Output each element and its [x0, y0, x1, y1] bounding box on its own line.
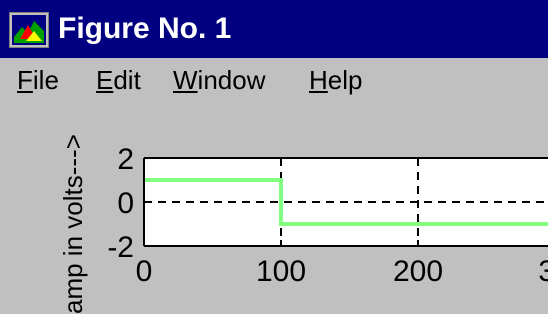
menu-help-mnemonic: H — [309, 65, 328, 95]
menu-help-label: elp — [327, 65, 363, 95]
menu-file-label: ile — [32, 65, 59, 95]
menu-bar: File Edit Window Help — [0, 58, 548, 102]
y-tick-labels: 2 0 -2 — [107, 143, 134, 264]
plot: amp in volts---> 20-2 010020030 — [58, 134, 548, 314]
menu-edit-mnemonic: E — [96, 65, 114, 95]
menu-window-mnemonic: W — [173, 65, 198, 95]
y-tick-label: 2 — [117, 143, 134, 176]
menu-help[interactable]: Help — [309, 64, 362, 96]
menu-file-mnemonic: F — [17, 65, 33, 95]
menu-edit[interactable]: Edit — [96, 64, 141, 96]
x-tick-label: 100 — [256, 255, 306, 288]
title-bar[interactable]: Figure No. 1 — [0, 0, 548, 58]
matlab-figure-icon[interactable] — [9, 12, 49, 48]
y-axis-label: amp in volts---> — [58, 134, 88, 314]
menu-edit-label: dit — [113, 65, 141, 95]
figure-canvas: amp in volts---> 20-2 010020030 — [0, 102, 548, 314]
y-tick-label: 0 — [117, 187, 134, 220]
x-tick-labels: 0 100 200 30 — [136, 255, 548, 288]
y-tick-label: -2 — [107, 231, 134, 264]
menu-window[interactable]: Window — [173, 64, 265, 96]
x-tick-label: 0 — [136, 255, 153, 288]
x-tick-label: 30 — [538, 255, 548, 288]
menu-window-label: indow — [197, 65, 266, 95]
x-tick-label: 200 — [393, 255, 443, 288]
menu-file[interactable]: File — [17, 64, 59, 96]
window-title: Figure No. 1 — [58, 12, 232, 45]
